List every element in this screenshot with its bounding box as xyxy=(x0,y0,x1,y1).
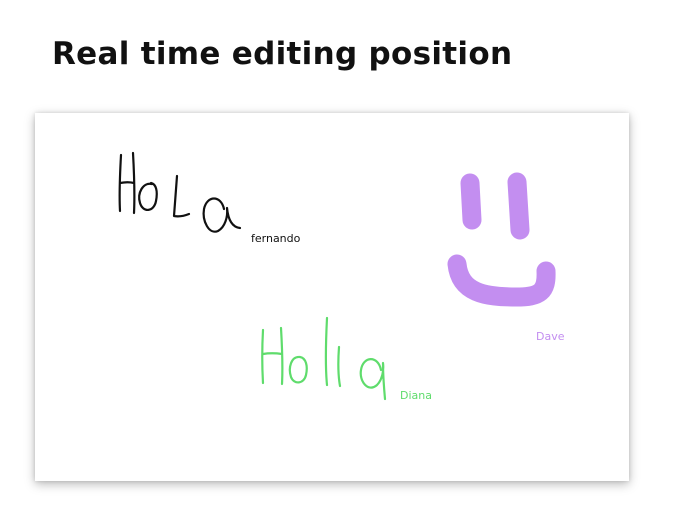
page-title: Real time editing position xyxy=(52,36,513,72)
stroke-dave-right-eye xyxy=(507,172,530,240)
stroke-diana-letter-l xyxy=(324,316,329,387)
cursor-label-diana: Diana xyxy=(400,389,432,402)
stroke-fernando-letter-o xyxy=(138,181,158,211)
stroke-dave-smiley[interactable] xyxy=(447,172,556,307)
stroke-diana-letter-i xyxy=(337,345,342,388)
stroke-dave-mouth xyxy=(447,254,556,307)
drawing-surface[interactable] xyxy=(35,113,629,481)
stroke-diana-letter-o xyxy=(288,355,308,384)
stroke-fernando-hola[interactable] xyxy=(118,151,242,233)
stroke-diana-letter-h xyxy=(261,326,284,386)
stroke-fernando-letter-a xyxy=(202,197,242,233)
stroke-fernando-letter-h xyxy=(118,151,136,215)
stroke-fernando-letter-l xyxy=(172,174,191,218)
cursor-label-dave: Dave xyxy=(536,330,565,343)
drawing-canvas[interactable]: fernando Dave Diana xyxy=(35,113,629,481)
stroke-diana-letter-a xyxy=(359,358,387,401)
stroke-dave-left-eye xyxy=(460,173,482,230)
cursor-label-fernando: fernando xyxy=(251,232,301,245)
stroke-diana-hola[interactable] xyxy=(261,316,387,401)
